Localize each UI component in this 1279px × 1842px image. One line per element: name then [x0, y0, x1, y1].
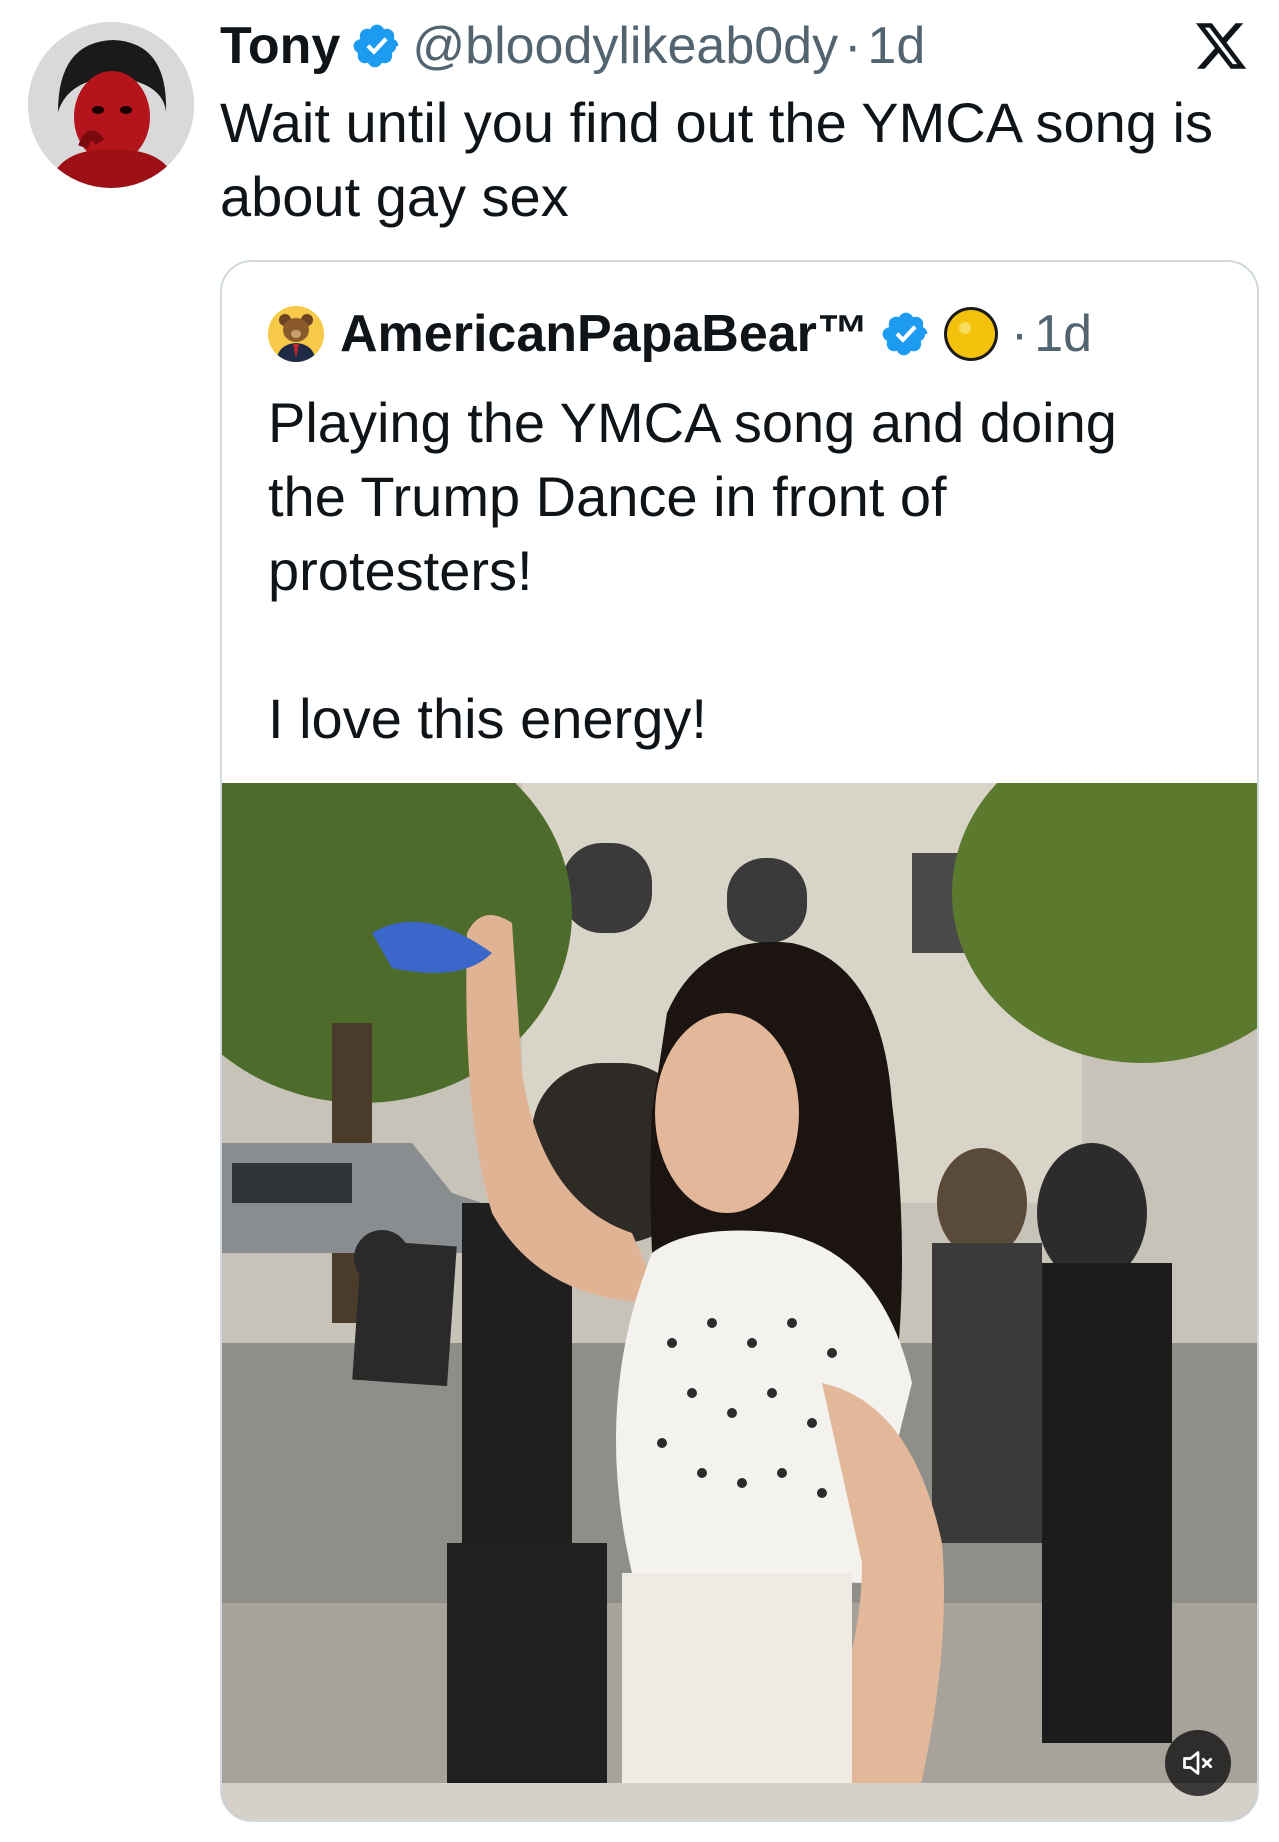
quoted-tweet-card[interactable]: AmericanPapaBear™ · 1d Playing the YMCA …	[220, 260, 1259, 1822]
x-logo-icon[interactable]	[1193, 18, 1249, 74]
tweet-header: Tony @bloodylikeab0dy · 1d	[220, 14, 925, 78]
timestamp[interactable]: 1d	[867, 16, 925, 76]
verified-badge-icon	[353, 24, 399, 68]
quoted-tweet-text: Playing the YMCA song and doing the Trum…	[268, 391, 1117, 750]
face-painted-red-avatar	[28, 22, 194, 188]
video-thumbnail	[222, 783, 1257, 1820]
separator-dot: ·	[844, 17, 862, 75]
author-name[interactable]: Tony	[220, 16, 340, 76]
author-handle[interactable]: @bloodylikeab0dy	[412, 16, 838, 76]
quoted-tweet-header: AmericanPapaBear™ · 1d	[268, 302, 1092, 366]
quoted-timestamp[interactable]: 1d	[1034, 304, 1092, 364]
video-player[interactable]	[222, 783, 1257, 1820]
quoted-author-name[interactable]: AmericanPapaBear™	[340, 304, 869, 364]
speaker-muted-icon	[1183, 1751, 1213, 1775]
yellow-moon-emoji	[943, 307, 998, 361]
separator-dot: ·	[1010, 305, 1029, 363]
author-avatar[interactable]	[28, 22, 194, 188]
mute-toggle-button[interactable]	[1165, 1730, 1231, 1796]
quoted-author-avatar[interactable]	[268, 306, 324, 362]
tweet-text: Wait until you find out the YMCA song is…	[220, 91, 1213, 228]
verified-badge-icon	[882, 312, 928, 356]
bear-in-suit-avatar	[268, 306, 324, 362]
